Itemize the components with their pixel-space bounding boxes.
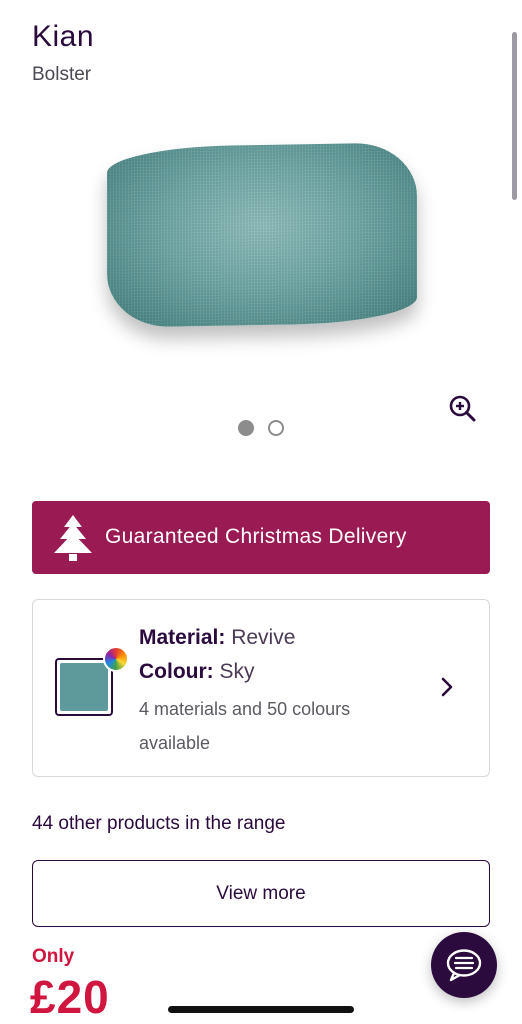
product-title: Kian: [32, 20, 95, 53]
home-indicator[interactable]: [168, 1006, 354, 1013]
zoom-in-icon[interactable]: [446, 393, 478, 425]
carousel-dot-2[interactable]: [268, 420, 284, 436]
product-subtitle: Bolster: [32, 64, 92, 85]
carousel-dots: [238, 420, 284, 436]
chevron-right-icon: [441, 677, 453, 697]
swatch-fill: [60, 663, 108, 711]
carousel-dot-1[interactable]: [238, 420, 254, 436]
product-image[interactable]: [95, 135, 435, 345]
chat-icon: [446, 949, 482, 982]
range-count-text: 44 other products in the range: [32, 813, 286, 834]
colour-value: Sky: [219, 660, 255, 683]
banner-text: Guaranteed Christmas Delivery: [105, 525, 407, 548]
view-more-button[interactable]: View more: [32, 860, 490, 927]
material-value: Revive: [231, 626, 296, 649]
bolster-pillow-image: [107, 142, 417, 328]
price-prefix: Only: [32, 946, 75, 967]
material-colour-selector[interactable]: Material: Revive Colour: Sky 4 materials…: [32, 599, 490, 777]
price-value: £20: [30, 971, 110, 1023]
availability-text: 4 materials and 50 colours available: [139, 699, 351, 753]
colour-swatch: [55, 658, 113, 716]
colour-line: Colour: Sky: [139, 660, 255, 684]
material-line: Material: Revive: [139, 626, 295, 650]
christmas-tree-icon: [54, 515, 92, 561]
colour-wheel-icon: [103, 646, 129, 672]
material-label: Material:: [139, 626, 226, 649]
scrollbar[interactable]: [512, 32, 517, 200]
christmas-delivery-banner: Guaranteed Christmas Delivery: [32, 501, 490, 574]
chat-button[interactable]: [431, 932, 497, 998]
colour-label: Colour:: [139, 660, 214, 683]
